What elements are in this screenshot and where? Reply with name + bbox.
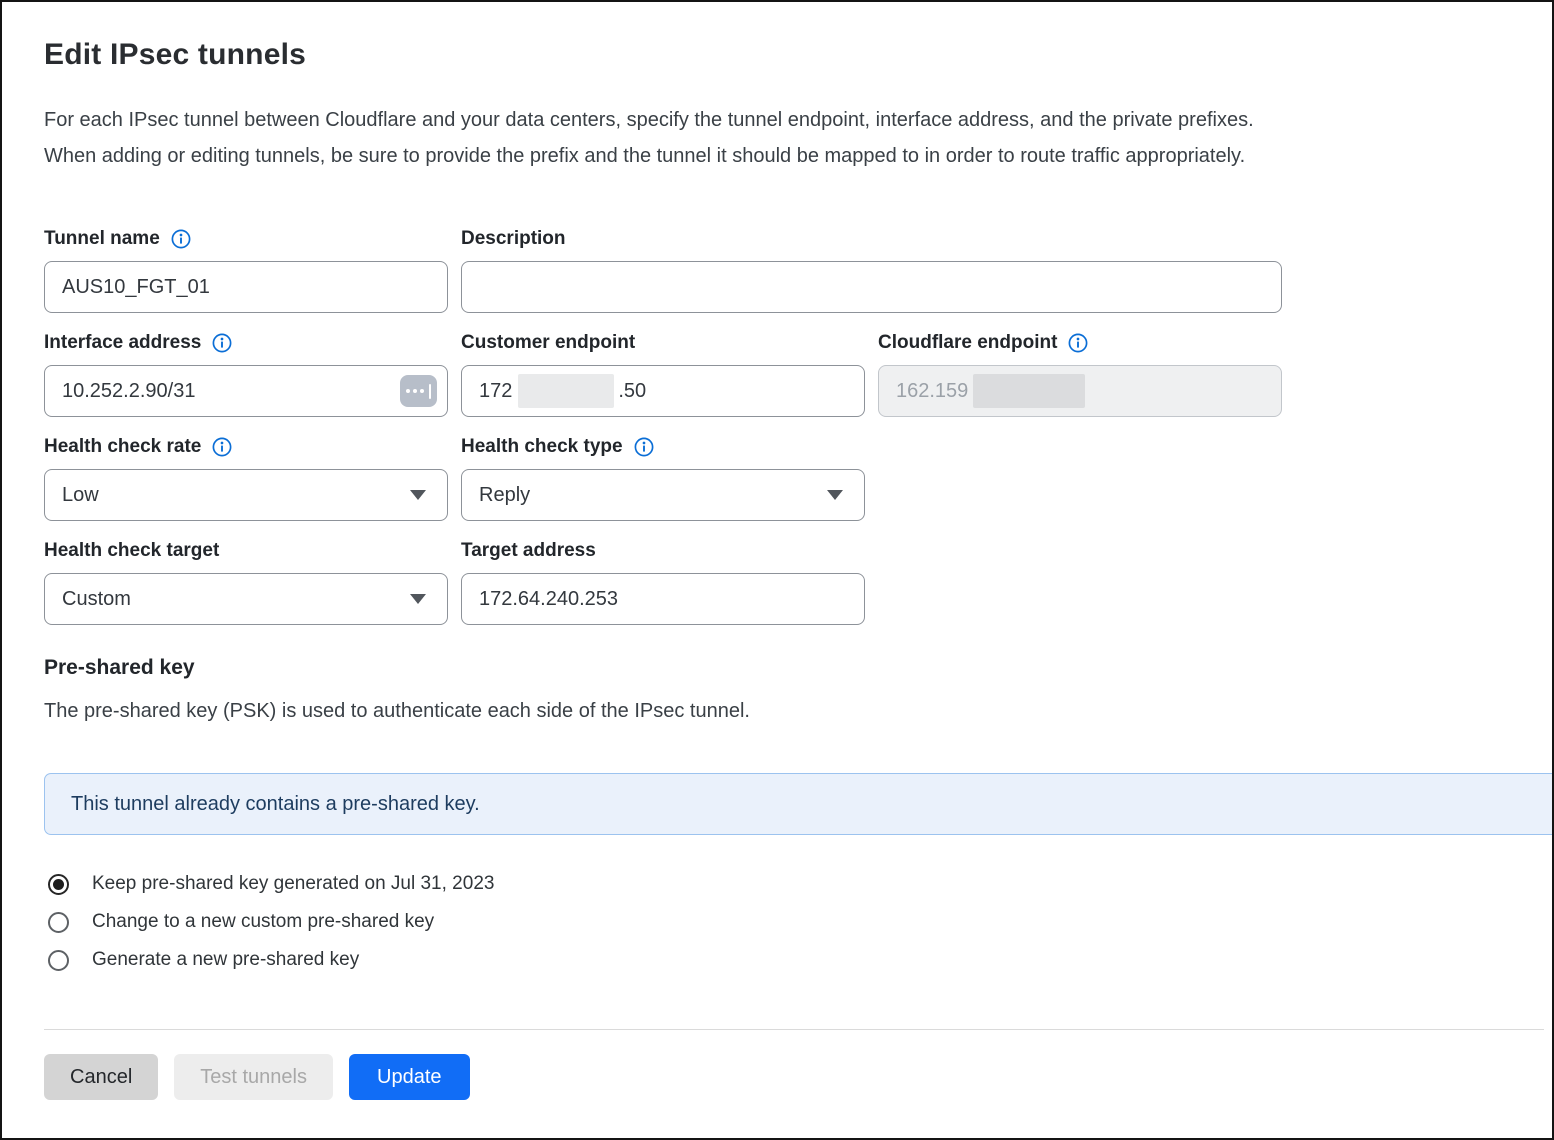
edit-ipsec-tunnels-dialog: Edit IPsec tunnels For each IPsec tunnel… [0, 0, 1554, 1140]
health-check-target-label: Health check target [44, 540, 219, 562]
radio-button[interactable] [48, 950, 69, 971]
health-check-target-select[interactable]: Custom [44, 573, 448, 625]
pre-shared-key-description: The pre-shared key (PSK) is used to auth… [44, 700, 1552, 723]
cloudflare-endpoint-value-prefix: 162.159 [896, 380, 968, 403]
health-check-rate-select[interactable]: Low [44, 469, 448, 521]
pre-shared-key-heading: Pre-shared key [44, 656, 1552, 680]
target-address-input[interactable] [461, 573, 865, 625]
psk-info-banner-message: This tunnel already contains a pre-share… [71, 793, 480, 816]
interface-address-input[interactable] [44, 365, 448, 417]
customer-endpoint-value-suffix: .50 [618, 380, 646, 403]
description-label: Description [461, 228, 566, 250]
footer-actions: Cancel Test tunnels Update [44, 1054, 1552, 1100]
description-field: Description [461, 226, 1282, 313]
radio-label: Change to a new custom pre-shared key [92, 911, 434, 933]
customer-endpoint-label: Customer endpoint [461, 332, 635, 354]
psk-option-group: Keep pre-shared key generated on Jul 31,… [48, 865, 1552, 979]
intro-line-1: For each IPsec tunnel between Cloudflare… [44, 102, 1512, 138]
redaction-blur [973, 374, 1085, 408]
info-icon[interactable] [171, 229, 191, 249]
redaction-blur [518, 374, 614, 408]
health-check-rate-value: Low [62, 484, 99, 507]
psk-info-banner: This tunnel already contains a pre-share… [44, 773, 1552, 835]
tunnel-name-label: Tunnel name [44, 228, 160, 250]
interface-address-label: Interface address [44, 332, 201, 354]
radio-button[interactable] [48, 912, 69, 933]
health-check-target-value: Custom [62, 588, 131, 611]
target-address-field: Target address [461, 538, 865, 625]
health-check-target-field: Health check target Custom [44, 538, 448, 625]
customer-endpoint-input[interactable]: 172 .50 [461, 365, 865, 417]
chevron-down-icon [410, 490, 426, 500]
footer-divider [44, 1029, 1544, 1030]
health-check-type-label: Health check type [461, 436, 623, 458]
text-cursor-dots-icon[interactable] [400, 375, 437, 407]
customer-endpoint-value-prefix: 172 [479, 380, 512, 403]
test-tunnels-button: Test tunnels [174, 1054, 333, 1100]
info-icon[interactable] [1068, 333, 1088, 353]
info-icon[interactable] [634, 437, 654, 457]
tunnel-name-field: Tunnel name [44, 226, 448, 313]
health-check-rate-field: Health check rate Low [44, 434, 448, 521]
psk-option-keep[interactable]: Keep pre-shared key generated on Jul 31,… [48, 865, 1552, 903]
tunnel-name-input[interactable] [44, 261, 448, 313]
psk-option-generate-new[interactable]: Generate a new pre-shared key [48, 941, 1552, 979]
page-title: Edit IPsec tunnels [44, 38, 1552, 72]
tunnel-form: Tunnel name Description Interface addre [44, 226, 1552, 625]
description-input[interactable] [461, 261, 1282, 313]
cloudflare-endpoint-field: Cloudflare endpoint 162.159 [878, 330, 1282, 417]
intro-text: For each IPsec tunnel between Cloudflare… [44, 102, 1552, 174]
health-check-type-select[interactable]: Reply [461, 469, 865, 521]
chevron-down-icon [827, 490, 843, 500]
update-button[interactable]: Update [349, 1054, 470, 1100]
radio-button[interactable] [48, 874, 69, 895]
chevron-down-icon [410, 594, 426, 604]
cloudflare-endpoint-label: Cloudflare endpoint [878, 332, 1057, 354]
cloudflare-endpoint-input: 162.159 [878, 365, 1282, 417]
health-check-rate-label: Health check rate [44, 436, 201, 458]
psk-option-change-custom[interactable]: Change to a new custom pre-shared key [48, 903, 1552, 941]
customer-endpoint-field: Customer endpoint 172 .50 [461, 330, 865, 417]
info-icon[interactable] [212, 333, 232, 353]
radio-label: Generate a new pre-shared key [92, 949, 359, 971]
health-check-type-value: Reply [479, 484, 530, 507]
target-address-label: Target address [461, 540, 596, 562]
health-check-type-field: Health check type Reply [461, 434, 865, 521]
intro-line-2: When adding or editing tunnels, be sure … [44, 138, 1512, 174]
interface-address-field: Interface address [44, 330, 448, 417]
radio-label: Keep pre-shared key generated on Jul 31,… [92, 873, 494, 895]
info-icon[interactable] [212, 437, 232, 457]
cancel-button[interactable]: Cancel [44, 1054, 158, 1100]
